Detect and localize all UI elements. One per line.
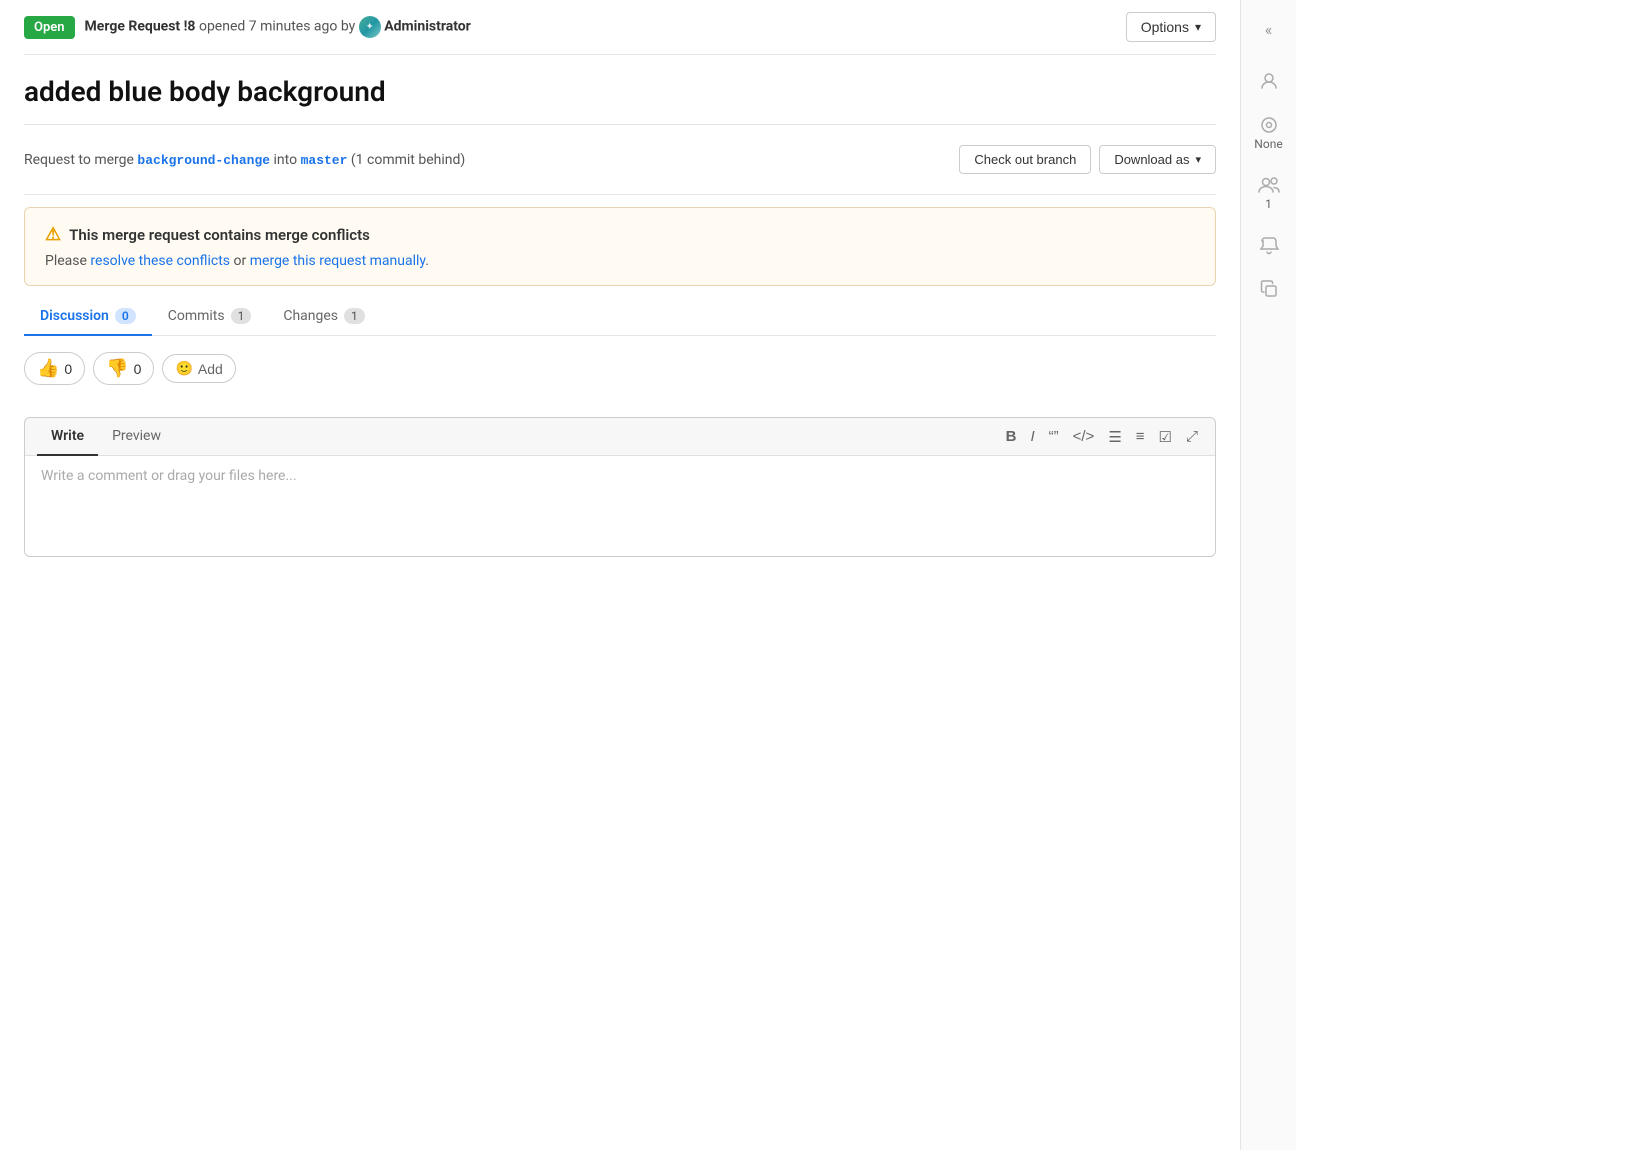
- sidebar-right: « None 1: [1240, 0, 1296, 1150]
- thumbs-up-icon: 👍: [37, 358, 59, 379]
- tab-changes[interactable]: Changes 1: [267, 298, 380, 336]
- conflict-box: ⚠ This merge request contains merge conf…: [24, 207, 1216, 286]
- italic-button[interactable]: I: [1025, 422, 1039, 451]
- comment-editor: Write Preview B I “” </> ☰ ≡ ☑ ⤢ Write a…: [24, 417, 1216, 557]
- ordered-list-button[interactable]: ≡: [1131, 422, 1150, 451]
- avatar: [359, 16, 381, 38]
- merge-manually-link[interactable]: merge this request manually: [250, 253, 426, 269]
- resolve-conflicts-link[interactable]: resolve these conflicts: [90, 253, 230, 269]
- header-left: Open Merge Request !8 opened 7 minutes a…: [24, 16, 471, 39]
- conflict-title: ⚠ This merge request contains merge conf…: [45, 224, 1195, 245]
- milestone-label: None: [1254, 137, 1282, 151]
- unordered-list-button[interactable]: ☰: [1103, 422, 1126, 452]
- tab-discussion[interactable]: Discussion 0: [24, 298, 152, 336]
- warning-icon: ⚠: [45, 224, 61, 245]
- thumbs-down-button[interactable]: 👎 0: [93, 352, 154, 385]
- editor-placeholder: Write a comment or drag your files here.…: [41, 468, 297, 484]
- collapse-sidebar-button[interactable]: «: [1265, 12, 1273, 47]
- smiley-icon: 🙂: [175, 360, 192, 377]
- emoji-row: 👍 0 👎 0 🙂 Add: [24, 336, 1216, 401]
- discussion-count-badge: 0: [115, 308, 136, 324]
- header-meta: Merge Request !8 opened 7 minutes ago by…: [85, 16, 471, 38]
- merge-info-left: Request to merge background-change into …: [24, 152, 465, 168]
- mr-label: Merge Request !8: [85, 19, 196, 35]
- tab-write[interactable]: Write: [37, 418, 98, 456]
- merge-info-row: Request to merge background-change into …: [24, 125, 1216, 195]
- download-as-button[interactable]: Download as: [1099, 145, 1216, 174]
- sidebar-milestone-icon[interactable]: None: [1254, 115, 1282, 151]
- thumbs-up-button[interactable]: 👍 0: [24, 352, 85, 385]
- sidebar-copy-icon[interactable]: [1259, 279, 1279, 299]
- check-out-branch-button[interactable]: Check out branch: [959, 145, 1091, 174]
- task-list-button[interactable]: ☑: [1154, 422, 1177, 452]
- bold-button[interactable]: B: [1001, 422, 1022, 451]
- options-button[interactable]: Options: [1126, 12, 1216, 42]
- code-button[interactable]: </>: [1068, 422, 1100, 451]
- target-branch-link[interactable]: master: [301, 153, 348, 168]
- sidebar-participants-icon[interactable]: 1: [1258, 175, 1280, 211]
- participants-count: 1: [1265, 197, 1272, 211]
- tab-commits[interactable]: Commits 1: [152, 298, 268, 336]
- mr-title: added blue body background: [24, 55, 1216, 125]
- tabs-row: Discussion 0 Commits 1 Changes 1: [24, 298, 1216, 336]
- source-branch-link[interactable]: background-change: [137, 153, 270, 168]
- sidebar-assignee-icon[interactable]: [1259, 71, 1279, 91]
- quote-button[interactable]: “”: [1044, 422, 1064, 451]
- commits-count-badge: 1: [231, 308, 252, 324]
- editor-tabs-row: Write Preview B I “” </> ☰ ≡ ☑ ⤢: [25, 418, 1215, 456]
- conflict-body: Please resolve these conflicts or merge …: [45, 253, 1195, 269]
- changes-count-badge: 1: [344, 308, 365, 324]
- merge-info-right: Check out branch Download as: [959, 145, 1216, 174]
- fullscreen-button[interactable]: ⤢: [1181, 422, 1203, 451]
- header-bar: Open Merge Request !8 opened 7 minutes a…: [24, 0, 1216, 55]
- status-badge: Open: [24, 16, 75, 39]
- add-emoji-button[interactable]: 🙂 Add: [162, 354, 235, 383]
- thumbs-down-icon: 👎: [106, 358, 128, 379]
- editor-body[interactable]: Write a comment or drag your files here.…: [25, 456, 1215, 556]
- thumbs-down-count: 0: [134, 361, 142, 377]
- editor-toolbar: B I “” </> ☰ ≡ ☑ ⤢: [989, 422, 1215, 452]
- tab-preview[interactable]: Preview: [98, 418, 175, 456]
- sidebar-subscribe-icon[interactable]: [1259, 235, 1279, 255]
- author-name: Administrator: [384, 19, 471, 35]
- thumbs-up-count: 0: [64, 361, 72, 377]
